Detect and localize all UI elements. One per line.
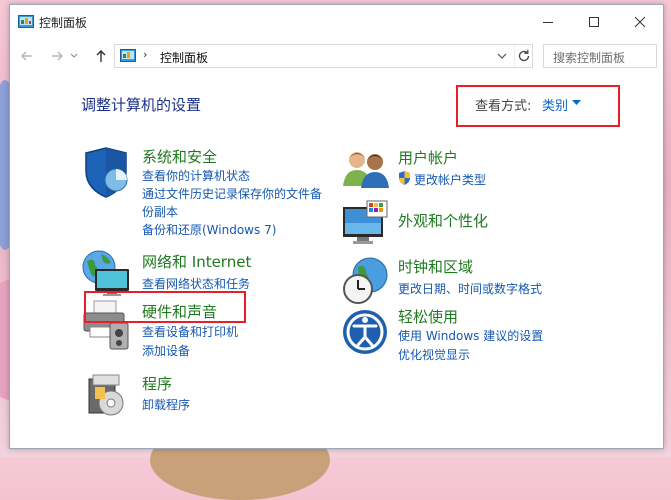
category-appearance[interactable]: 外观和个性化: [398, 210, 488, 231]
up-button[interactable]: [90, 45, 112, 67]
search-placeholder: 搜索控制面板: [553, 51, 626, 65]
close-icon: [634, 16, 646, 28]
title-bar[interactable]: 控制面板: [10, 5, 663, 39]
link-file-history-backup[interactable]: 通过文件历史记录保存你的文件备: [142, 185, 322, 202]
category-programs[interactable]: 程序: [142, 373, 172, 394]
minimize-button[interactable]: [525, 5, 571, 39]
link-change-account-type[interactable]: 更改帐户类型: [414, 171, 486, 188]
ease-of-access-icon: [343, 310, 387, 354]
link-backup-restore[interactable]: 备份和还原(Windows 7): [142, 221, 276, 238]
refresh-button[interactable]: [514, 45, 533, 67]
shield-icon: [85, 147, 128, 198]
forward-button[interactable]: [46, 45, 68, 67]
chevron-down-icon: [70, 53, 78, 58]
control-panel-icon: [120, 49, 136, 62]
chevron-down-icon: [497, 53, 507, 59]
link-devices-printers[interactable]: 查看设备和打印机: [142, 323, 238, 340]
programs-icon: [88, 374, 124, 416]
highlight-box-view-by: [456, 85, 620, 127]
arrow-up-icon: [96, 50, 106, 62]
control-panel-window: 控制面板 › 控制面板 搜索控制面板 调整计算机的设置 查看方式: 类别 系统和…: [9, 4, 664, 449]
arrow-left-icon: [21, 51, 32, 61]
link-change-date-time[interactable]: 更改日期、时间或数字格式: [398, 280, 542, 297]
maximize-icon: [589, 17, 599, 27]
link-view-computer-status[interactable]: 查看你的计算机状态: [142, 167, 250, 184]
link-recommended-settings[interactable]: 使用 Windows 建议的设置: [398, 327, 543, 344]
link-optimize-display[interactable]: 优化视觉显示: [398, 346, 470, 363]
category-user-accounts[interactable]: 用户帐户: [398, 147, 458, 168]
user-accounts-icon: [343, 152, 389, 188]
appearance-icon: [343, 200, 388, 244]
category-clock-region[interactable]: 时钟和区域: [398, 256, 473, 277]
clock-globe-icon: [343, 257, 388, 304]
network-globe-icon: [82, 250, 129, 296]
recent-locations-button[interactable]: [68, 45, 82, 67]
highlight-box-hardware: [84, 291, 246, 323]
window-title: 控制面板: [39, 16, 88, 30]
category-ease-of-access[interactable]: 轻松使用: [398, 306, 458, 327]
refresh-icon: [518, 49, 530, 62]
link-uninstall-program[interactable]: 卸载程序: [142, 396, 190, 413]
back-button[interactable]: [16, 45, 38, 67]
breadcrumb-control-panel[interactable]: 控制面板: [160, 49, 208, 66]
arrow-right-icon: [52, 51, 63, 61]
search-input[interactable]: 搜索控制面板: [543, 44, 657, 68]
page-title: 调整计算机的设置: [81, 96, 202, 114]
category-system-security[interactable]: 系统和安全: [142, 146, 217, 167]
breadcrumb-separator[interactable]: ›: [143, 48, 147, 61]
link-file-history-backup-cont[interactable]: 份副本: [142, 203, 178, 220]
minimize-icon: [543, 22, 553, 23]
address-bar[interactable]: › 控制面板: [114, 44, 533, 68]
link-add-device[interactable]: 添加设备: [142, 342, 190, 359]
link-network-status[interactable]: 查看网络状态和任务: [142, 275, 250, 292]
uac-shield-icon: [399, 171, 410, 185]
maximize-button[interactable]: [571, 5, 617, 39]
category-network-internet[interactable]: 网络和 Internet: [142, 251, 251, 272]
control-panel-icon: [18, 15, 34, 28]
close-button[interactable]: [617, 5, 663, 39]
address-dropdown-button[interactable]: [494, 48, 510, 64]
